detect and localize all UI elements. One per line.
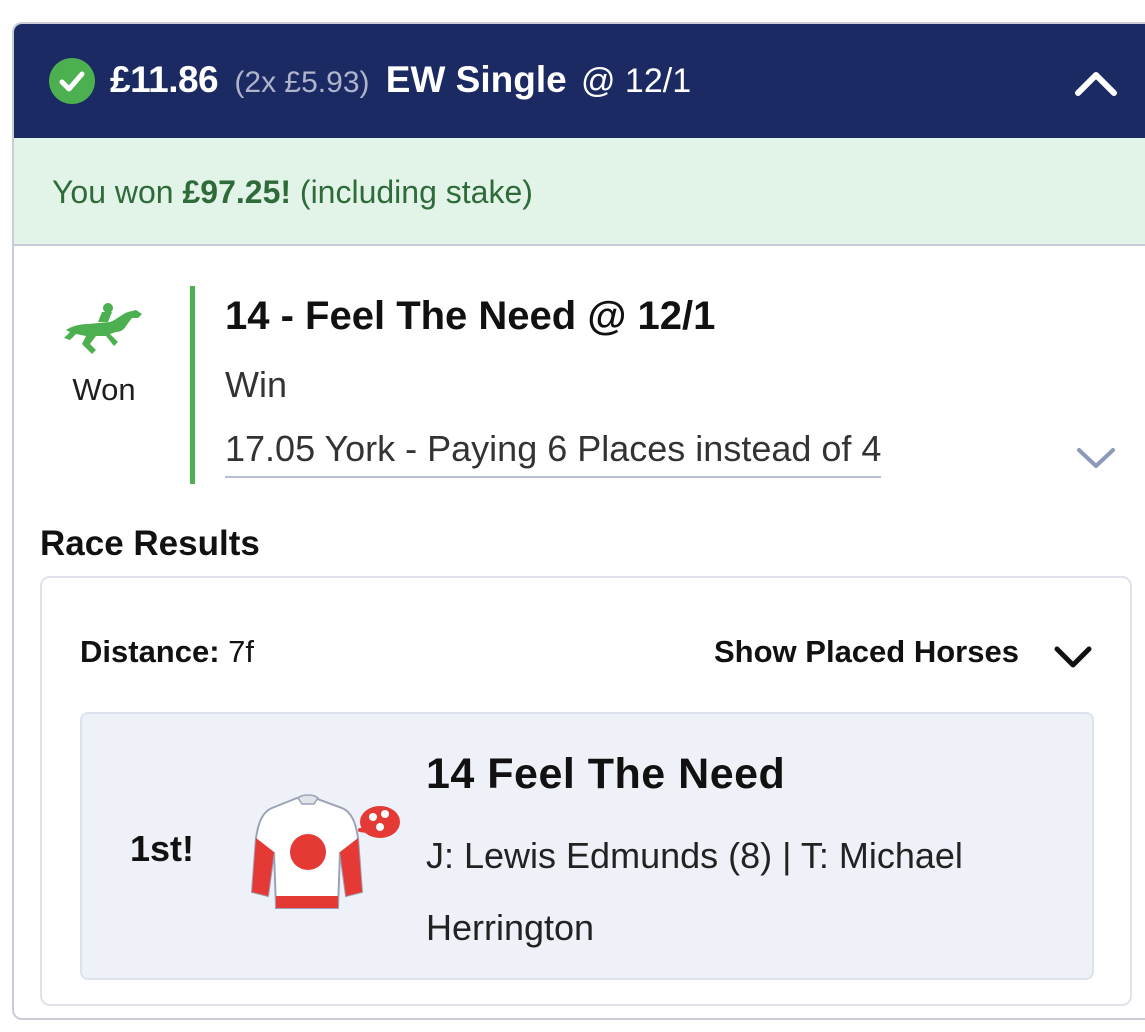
selection-title: 14 - Feel The Need @ 12/1 [225,294,716,338]
stake-split: (2x £5.93) [234,66,370,99]
status-bar [190,286,195,484]
racehorse-icon [62,300,146,356]
race-results-title: Race Results [40,524,260,563]
show-placed-horses-button[interactable]: Show Placed Horses [714,634,1019,670]
jockey-silks-icon [242,792,402,922]
race-link[interactable]: 17.05 York - Paying 6 Places instead of … [225,428,882,478]
win-message: You won £97.25! (including stake) [52,174,533,211]
check-circle-icon [49,58,95,104]
win-suffix: (including stake) [299,174,533,210]
bet-summary: £11.86 (2x £5.93) EW Single @ 12/1 [110,52,691,108]
win-prefix: You won [52,174,174,210]
stake-amount: £11.86 [110,59,219,100]
selection-market: Win [225,364,287,405]
result-row: 1st! 14 Feel The Need J: Lewis Edmunds (… [80,712,1094,980]
selection-status: Won [72,372,136,407]
bet-odds: @ 12/1 [580,62,692,100]
finish-position: 1st! [130,828,195,869]
win-amount: £97.25! [182,174,292,210]
horse-name: 14 Feel The Need [426,750,786,798]
chevron-down-icon[interactable] [1052,642,1094,672]
distance-label: Distance: [80,634,220,669]
bet-header[interactable]: £11.86 (2x £5.93) EW Single @ 12/1 [14,24,1145,138]
bet-card: £11.86 (2x £5.93) EW Single @ 12/1 You w… [12,22,1145,1020]
race-results-panel: Distance: 7f Show Placed Horses 1st! 14 … [40,576,1132,1006]
race-distance: Distance: 7f [80,634,254,670]
chevron-up-icon[interactable] [1073,60,1119,106]
distance-value: 7f [228,634,255,669]
jockey-trainer: J: Lewis Edmunds (8) | T: Michael Herrin… [426,835,963,948]
win-banner: You won £97.25! (including stake) [14,138,1145,246]
bet-type: EW Single [385,59,567,100]
chevron-down-icon[interactable] [1074,442,1118,472]
